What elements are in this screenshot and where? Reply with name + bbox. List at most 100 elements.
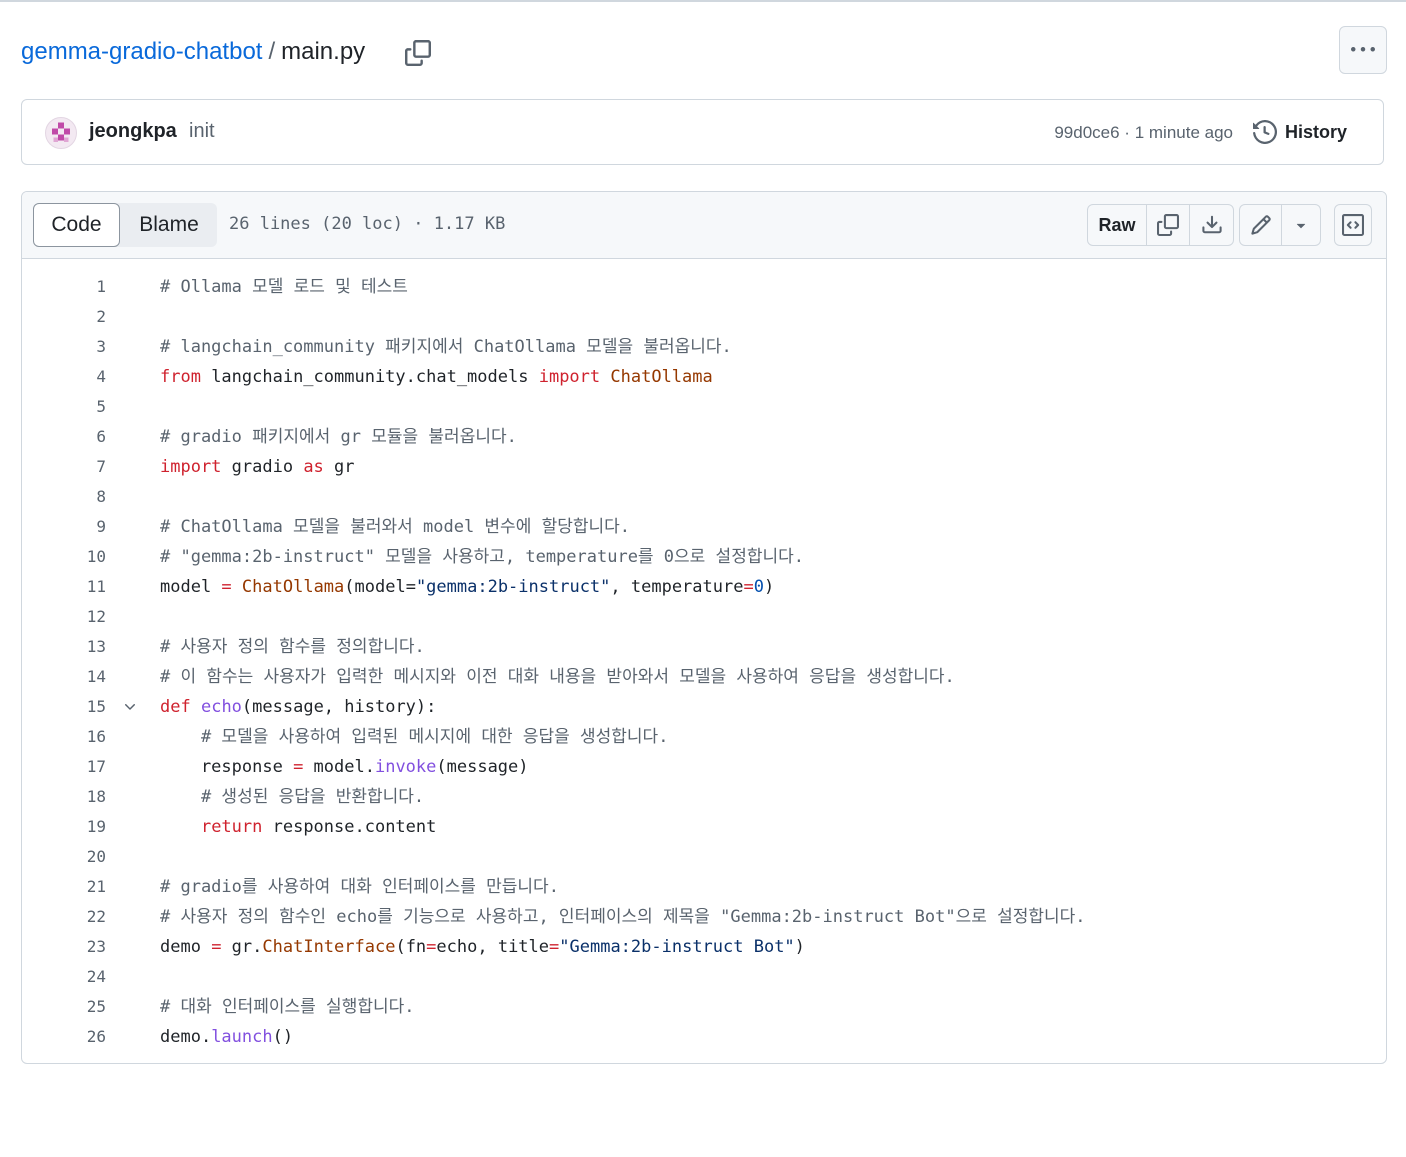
code-text: def echo(message, history): [160,692,436,722]
download-button[interactable] [1190,205,1233,245]
line-number[interactable]: 26 [22,1022,106,1052]
code-line: 18 # 생성된 응답을 반환합니다. [22,782,1386,812]
code-token: echo [200,697,242,717]
commit-message-link[interactable]: init [189,120,215,143]
edit-file-button[interactable] [1240,205,1282,245]
code-token: (model= [344,577,416,597]
copy-path-button[interactable] [403,38,433,68]
line-number[interactable]: 20 [22,842,106,872]
code-token: launch [211,1027,273,1047]
line-number[interactable]: 3 [22,332,106,362]
code-token: () [272,1027,294,1047]
code-line: 2 [22,302,1386,332]
code-line: 7 import gradio as gr [22,452,1386,482]
code-line: 9 # ChatOllama 모델을 불러와서 model 변수에 할당합니다. [22,512,1386,542]
line-number[interactable]: 25 [22,992,106,1022]
code-line: 4 from langchain_community.chat_models im… [22,362,1386,392]
code-text: demo = gr.ChatInterface(fn=echo, title="… [160,932,805,962]
code-line: 14 # 이 함수는 사용자가 입력한 메시지와 이전 대화 내용을 받아와서 모… [22,662,1386,692]
line-number[interactable]: 7 [22,452,106,482]
copy-raw-button[interactable] [1147,205,1190,245]
line-number[interactable]: 1 [22,272,106,302]
line-number[interactable]: 12 [22,602,106,632]
code-line: 1 # Ollama 모델 로드 및 테스트 [22,272,1386,302]
code-token: import [538,367,601,387]
line-number[interactable]: 19 [22,812,106,842]
line-number[interactable]: 5 [22,392,106,422]
code-token: demo [160,937,212,957]
code-line: 10 # "gemma:2b-instruct" 모델을 사용하고, temper… [22,542,1386,572]
code-token: "gemma:2b-instruct" [415,577,611,597]
code-token: model. [303,757,375,777]
code-token: # 대화 인터페이스를 실행합니다. [160,997,415,1017]
raw-label: Raw [1098,214,1136,235]
code-line: 20 [22,842,1386,872]
code-token: gradio [221,457,304,477]
code-token: demo. [160,1027,212,1047]
line-number[interactable]: 17 [22,752,106,782]
line-number[interactable]: 15 [22,692,106,722]
symbols-panel-group [1334,204,1372,246]
code-text: # 이 함수는 사용자가 입력한 메시지와 이전 대화 내용을 받아와서 모델을… [160,662,955,692]
code-line: 25 # 대화 인터페이스를 실행합니다. [22,992,1386,1022]
avatar[interactable] [45,117,77,149]
code-text: response = model.invoke(message) [160,752,529,782]
code-text: # 사용자 정의 함수인 echo를 기능으로 사용하고, 인터페이스의 제목을… [160,902,1086,932]
line-number[interactable]: 4 [22,362,106,392]
breadcrumb-repo-link[interactable]: gemma-gradio-chatbot [21,38,262,65]
code-token: ) [794,937,805,957]
code-text: demo.launch() [160,1022,293,1052]
line-number[interactable]: 23 [22,932,106,962]
line-number[interactable]: 9 [22,512,106,542]
code-token: invoke [374,757,437,777]
code-token: 0 [753,577,764,597]
code-line: 26 demo.launch() [22,1022,1386,1052]
code-text: # 사용자 정의 함수를 정의합니다. [160,632,425,662]
top-divider [0,0,1406,2]
code-line: 22 # 사용자 정의 함수인 echo를 기능으로 사용하고, 인터페이스의 제… [22,902,1386,932]
history-button[interactable]: History [1252,120,1347,144]
copy-icon [1157,214,1179,236]
code-text: from langchain_community.chat_models imp… [160,362,713,392]
more-options-button[interactable] [1339,26,1387,74]
code-token: = [549,937,560,957]
code-text: # 모델을 사용하여 입력된 메시지에 대한 응답을 생성합니다. [160,722,668,752]
line-number[interactable]: 22 [22,902,106,932]
line-number[interactable]: 21 [22,872,106,902]
copy-icon [405,40,431,66]
tab-code[interactable]: Code [33,203,120,247]
raw-copy-download-group: Raw [1087,204,1234,246]
line-number[interactable]: 18 [22,782,106,812]
line-number[interactable]: 14 [22,662,106,692]
code-line: 16 # 모델을 사용하여 입력된 메시지에 대한 응답을 생성합니다. [22,722,1386,752]
code-token: ChatInterface [262,937,396,957]
code-line: 6 # gradio 패키지에서 gr 모듈을 불러옵니다. [22,422,1386,452]
code-token: = [211,937,222,957]
commit-hash-link[interactable]: 99d0ce6 [1054,123,1119,142]
edit-options-dropdown[interactable] [1282,205,1320,245]
history-icon [1252,120,1277,144]
line-number[interactable]: 11 [22,572,106,602]
latest-commit-box: jeongkpa init 99d0ce6 · 1 minute ago His… [21,99,1384,165]
commit-meta-dot: · [1124,123,1130,142]
line-number[interactable]: 10 [22,542,106,572]
commit-author-link[interactable]: jeongkpa [89,120,177,143]
fold-chevron-down-icon[interactable] [122,699,138,715]
line-number[interactable]: 13 [22,632,106,662]
code-line: 23 demo = gr.ChatInterface(fn=echo, title… [22,932,1386,962]
code-token: # gradio를 사용하여 대화 인터페이스를 만듭니다. [160,877,559,897]
line-number[interactable]: 24 [22,962,106,992]
symbols-panel-button[interactable] [1335,205,1371,245]
commit-time: 1 minute ago [1134,123,1233,142]
code-token: # 사용자 정의 함수인 echo를 기능으로 사용하고, 인터페이스의 제목을… [160,907,1086,927]
code-token: (message, history): [241,697,437,717]
line-number[interactable]: 2 [22,302,106,332]
edit-group [1239,204,1321,246]
line-number[interactable]: 8 [22,482,106,512]
raw-button[interactable]: Raw [1088,205,1147,245]
tab-blame[interactable]: Blame [121,203,217,247]
code-line: 13 # 사용자 정의 함수를 정의합니다. [22,632,1386,662]
line-number[interactable]: 16 [22,722,106,752]
line-number[interactable]: 6 [22,422,106,452]
